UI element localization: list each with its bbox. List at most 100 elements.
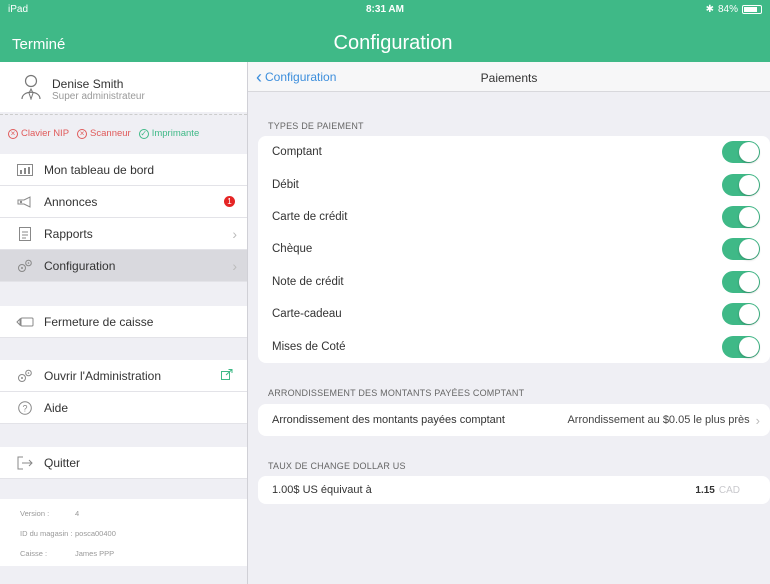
sidebar-item-open-admin[interactable]: Ouvrir l'Administration <box>0 360 247 392</box>
toggle-switch[interactable] <box>722 205 760 228</box>
sidebar-item-label: Fermeture de caisse <box>44 314 154 329</box>
register-label: Caisse : <box>20 549 48 558</box>
payment-label: Comptant <box>272 146 322 159</box>
payment-label: Débit <box>272 178 299 191</box>
register-icon <box>16 315 34 329</box>
sidebar-item-label: Configuration <box>44 258 116 273</box>
payment-label: Mises de Coté <box>272 340 346 353</box>
sidebar-item-reports[interactable]: Rapports › <box>0 218 247 250</box>
sidebar-item-label: Mon tableau de bord <box>44 162 155 177</box>
rounding-value-text: Arrondissement au $0.05 le plus près <box>567 414 750 427</box>
payment-row-gift-card: Carte-cadeau <box>258 298 770 330</box>
bluetooth-icon: ✱ <box>705 4 714 15</box>
sidebar-item-announcements[interactable]: Annonces 1 <box>0 186 247 218</box>
device-label: Imprimante <box>151 128 200 139</box>
battery-percent: 84% <box>717 4 738 15</box>
sidebar: Denise Smith Super administrateur × Clavi… <box>0 62 248 584</box>
toggle-knob <box>739 304 759 325</box>
rounding-label: Arrondissement des montants payées compt… <box>272 414 505 427</box>
help-icon: ? <box>16 400 34 415</box>
user-name: Denise Smith <box>52 77 124 91</box>
toggle-switch[interactable] <box>722 303 760 326</box>
toggle-knob <box>739 336 759 357</box>
sidebar-item-dashboard[interactable]: Mon tableau de bord <box>0 154 247 186</box>
section-header-exchange-rate: TAUX DE CHANGE DOLLAR US <box>268 461 406 471</box>
megaphone-icon <box>16 195 34 209</box>
device-label: Scanneur <box>90 128 131 139</box>
user-avatar-icon <box>21 74 41 100</box>
sidebar-item-close-register[interactable]: Fermeture de caisse <box>0 306 247 338</box>
toggle-switch[interactable] <box>722 173 760 196</box>
device-pin-pad[interactable]: × Clavier NIP <box>8 128 69 139</box>
section-header-rounding: ARRONDISSEMENT DES MONTANTS PAYÉES COMPT… <box>268 388 525 398</box>
main-panel: ‹ Configuration Paiements TYPES DE PAIEM… <box>248 62 770 584</box>
notification-badge: 1 <box>224 196 235 207</box>
device-label: Clavier NIP <box>21 128 70 139</box>
exchange-rate-label: 1.00$ US équivaut à <box>272 484 372 496</box>
rounding-value: Arrondissement au $0.05 le plus près › <box>567 413 760 428</box>
toggle-knob <box>739 206 759 227</box>
payment-types-card: Comptant Débit Carte de crédit Chèque No… <box>258 136 770 363</box>
exchange-rate-row[interactable]: 1.00$ US équivaut à 1.15 CAD <box>258 476 770 504</box>
version-info: Version : 4 ID du magasin : posca00400 Cai… <box>0 499 247 566</box>
status-bar: iPad 8:31 AM ✱ 84% <box>0 0 770 20</box>
exchange-rate-value: 1.15 CAD <box>695 485 740 496</box>
payment-row-credit-note: Note de crédit <box>258 266 770 298</box>
detail-nav-bar: ‹ Configuration Paiements <box>248 62 770 92</box>
error-icon: × <box>77 128 88 139</box>
store-row: ID du magasin : posca00400 <box>20 529 116 538</box>
gears-icon <box>16 369 34 383</box>
payment-label: Chèque <box>272 243 313 256</box>
device-status: × Clavier NIP × Scanneur ✓ Imprimante <box>8 128 199 139</box>
sidebar-item-label: Quitter <box>44 455 81 470</box>
svg-text:?: ? <box>22 403 27 413</box>
user-role: Super administrateur <box>52 91 145 102</box>
payment-row-cheque: Chèque <box>258 233 770 265</box>
document-icon <box>16 226 34 241</box>
device-printer[interactable]: ✓ Imprimante <box>138 128 200 139</box>
version-label: Version : <box>20 509 50 518</box>
toggle-knob <box>739 239 759 260</box>
exchange-rate-currency: CAD <box>718 484 740 496</box>
register-row: Caisse : James PPP <box>20 549 114 558</box>
clock: 8:31 AM <box>366 4 404 15</box>
toggle-switch[interactable] <box>722 335 760 358</box>
toggle-switch[interactable] <box>722 141 760 164</box>
page-title: Configuration <box>333 32 453 54</box>
payment-label: Carte de crédit <box>272 210 348 223</box>
rounding-row[interactable]: Arrondissement des montants payées compt… <box>258 404 770 436</box>
toggle-switch[interactable] <box>722 270 760 293</box>
toggle-knob <box>739 271 759 292</box>
dashboard-icon <box>16 163 34 177</box>
version-row: Version : 4 <box>20 509 79 518</box>
payment-label: Carte-cadeau <box>272 308 342 321</box>
sidebar-item-label: Ouvrir l'Administration <box>44 368 161 383</box>
sidebar-item-configuration[interactable]: Configuration › <box>0 250 247 282</box>
divider <box>0 114 247 115</box>
toggle-knob <box>739 142 759 163</box>
store-label: ID du magasin : <box>20 529 73 538</box>
payment-row-debit: Débit <box>258 168 770 200</box>
chevron-right-icon: › <box>232 225 237 242</box>
exit-icon <box>16 456 34 470</box>
top-bar: iPad 8:31 AM ✱ 84% Terminé Configuration <box>0 0 770 62</box>
detail-title: Paiements <box>480 71 538 85</box>
sidebar-item-help[interactable]: ? Aide <box>0 392 247 424</box>
payment-row-layaway: Mises de Coté <box>258 330 770 362</box>
rounding-card: Arrondissement des montants payées compt… <box>258 404 770 436</box>
register-value: James PPP <box>75 549 115 558</box>
gears-icon <box>16 259 34 273</box>
chevron-right-icon: › <box>232 257 237 274</box>
user-card[interactable]: Denise Smith Super administrateur <box>0 62 247 112</box>
device-scanner[interactable]: × Scanneur <box>77 128 131 139</box>
store-value: posca00400 <box>75 529 116 538</box>
done-button[interactable]: Terminé <box>12 36 65 53</box>
toggle-switch[interactable] <box>722 238 760 261</box>
section-header-payment-types: TYPES DE PAIEMENT <box>268 121 364 131</box>
battery-icon <box>742 5 762 14</box>
payment-row-cash: Comptant <box>258 136 770 168</box>
payment-row-credit-card: Carte de crédit <box>258 201 770 233</box>
sidebar-item-quit[interactable]: Quitter <box>0 447 247 479</box>
exchange-rate-card: 1.00$ US équivaut à 1.15 CAD <box>258 476 770 504</box>
check-icon: ✓ <box>138 128 149 139</box>
